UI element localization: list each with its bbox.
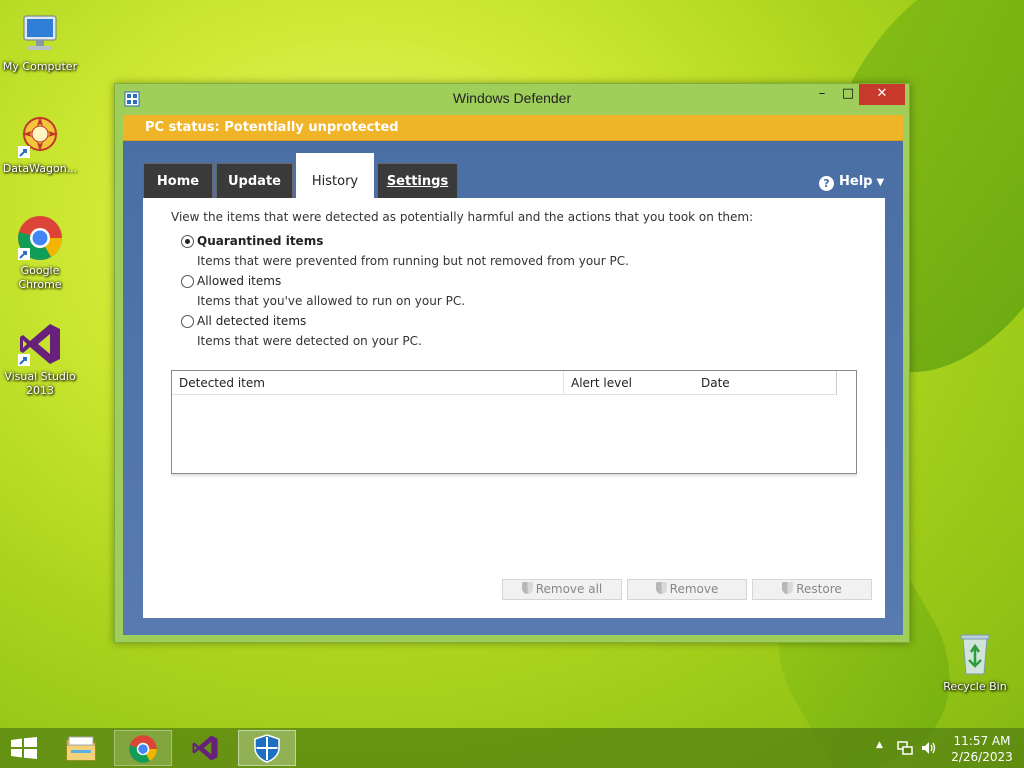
uac-shield-icon xyxy=(655,582,667,594)
radio-label: All detected items xyxy=(197,314,307,328)
start-icon[interactable] xyxy=(10,737,38,759)
radio-label: Allowed items xyxy=(197,274,282,288)
clock-date: 2/26/2023 xyxy=(951,750,1013,764)
option-description: Items that were detected on your PC. xyxy=(197,334,422,348)
uac-shield-icon xyxy=(521,582,533,594)
tab-home[interactable]: Home xyxy=(143,163,213,198)
chevron-down-icon: ▼ xyxy=(876,177,885,188)
table-shadow xyxy=(171,474,857,478)
desktop-icon-google-chrome[interactable]: Google Chrome xyxy=(0,214,80,292)
taskbar-chrome[interactable] xyxy=(114,730,172,766)
help-menu[interactable]: ? Help ▼ xyxy=(819,174,884,191)
maximize-button[interactable]: □ xyxy=(835,84,861,105)
remove-all-button[interactable]: Remove all xyxy=(502,579,622,600)
radio-button[interactable] xyxy=(181,314,194,328)
button-label: Remove all xyxy=(535,582,603,596)
desktop-icon-label: Recycle Bin xyxy=(943,680,1007,693)
desktop-icon-visual-studio[interactable]: Visual Studio 2013 xyxy=(0,320,80,398)
intro-text: View the items that were detected as pot… xyxy=(171,210,754,224)
datawagon-icon xyxy=(18,116,58,158)
tab-update[interactable]: Update xyxy=(216,163,293,198)
tab-label: Home xyxy=(156,174,200,189)
option-description: Items that you've allowed to run on your… xyxy=(197,294,466,308)
volume-icon[interactable] xyxy=(920,740,938,756)
button-label: Remove xyxy=(669,582,719,596)
table-header: Detected item Alert level Date xyxy=(172,371,837,395)
radio-quarantined-items[interactable]: Quarantined items xyxy=(181,234,323,248)
minimize-button[interactable]: – xyxy=(809,84,835,105)
desktop-icon-label: DataWagon... xyxy=(2,162,78,175)
desktop-icon-datawagon[interactable]: DataWagon... xyxy=(0,112,80,176)
desktop-icon-label: My Computer xyxy=(2,60,78,73)
tab-history[interactable]: History xyxy=(296,153,374,198)
main-panel: Home Update History Settings ? Help ▼ View… xyxy=(123,141,903,635)
visual-studio-icon xyxy=(18,324,60,366)
pc-status-banner: PC status: Potentially unprotected xyxy=(123,115,903,141)
chrome-icon xyxy=(18,216,62,260)
file-explorer-icon xyxy=(66,736,96,761)
history-content: View the items that were detected as pot… xyxy=(143,198,885,618)
title-bar[interactable]: Windows Defender – □ ✕ xyxy=(115,84,909,114)
remove-button[interactable]: Remove xyxy=(627,579,747,600)
close-button[interactable]: ✕ xyxy=(859,84,905,105)
radio-button[interactable] xyxy=(181,274,194,288)
show-hidden-icons-icon[interactable]: ▲ xyxy=(876,740,883,750)
column-header-alert-level[interactable]: Alert level xyxy=(564,371,694,395)
desktop-icon-label: Visual Studio 2013 xyxy=(4,370,76,397)
windows-defender-icon xyxy=(254,734,280,763)
tab-label: History xyxy=(311,174,359,189)
taskbar-file-explorer[interactable] xyxy=(52,730,110,766)
tab-settings[interactable]: Settings xyxy=(377,163,458,198)
taskbar-clock[interactable]: 11:57 AM 2/26/2023 xyxy=(948,733,1016,765)
column-header-detected-item[interactable]: Detected item xyxy=(172,371,564,395)
radio-allowed-items[interactable]: Allowed items xyxy=(181,274,281,288)
help-icon: ? xyxy=(819,176,834,191)
desktop-icon-label: Google Chrome xyxy=(18,264,62,291)
window-title: Windows Defender xyxy=(452,90,572,106)
tab-label: Settings xyxy=(386,174,449,189)
recycle-bin-icon xyxy=(960,634,990,675)
clock-time: 11:57 AM xyxy=(953,734,1011,748)
windows-defender-window: Windows Defender – □ ✕ PC status: Potent… xyxy=(114,83,910,643)
radio-button-checked[interactable] xyxy=(181,234,194,248)
restore-button[interactable]: Restore xyxy=(752,579,872,600)
radio-all-detected-items[interactable]: All detected items xyxy=(181,314,306,328)
taskbar-windows-defender[interactable] xyxy=(238,730,296,766)
computer-icon xyxy=(23,15,57,50)
detected-items-table[interactable]: Detected item Alert level Date xyxy=(171,370,857,474)
visual-studio-icon xyxy=(192,735,218,761)
radio-label: Quarantined items xyxy=(197,234,324,248)
button-label: Restore xyxy=(796,582,842,596)
column-header-date[interactable]: Date xyxy=(694,371,837,395)
desktop-icon-recycle-bin[interactable]: Recycle Bin xyxy=(935,630,1015,694)
taskbar: ▲ 11:57 AM 2/26/2023 xyxy=(0,728,1024,768)
network-icon[interactable] xyxy=(896,740,914,756)
help-label: Help xyxy=(839,174,873,189)
desktop-icon-my-computer[interactable]: My Computer xyxy=(0,10,80,74)
option-description: Items that were prevented from running b… xyxy=(197,254,629,268)
tab-label: Update xyxy=(228,174,281,189)
uac-shield-icon xyxy=(782,582,794,594)
chrome-icon xyxy=(129,735,157,763)
taskbar-visual-studio[interactable] xyxy=(176,730,234,766)
